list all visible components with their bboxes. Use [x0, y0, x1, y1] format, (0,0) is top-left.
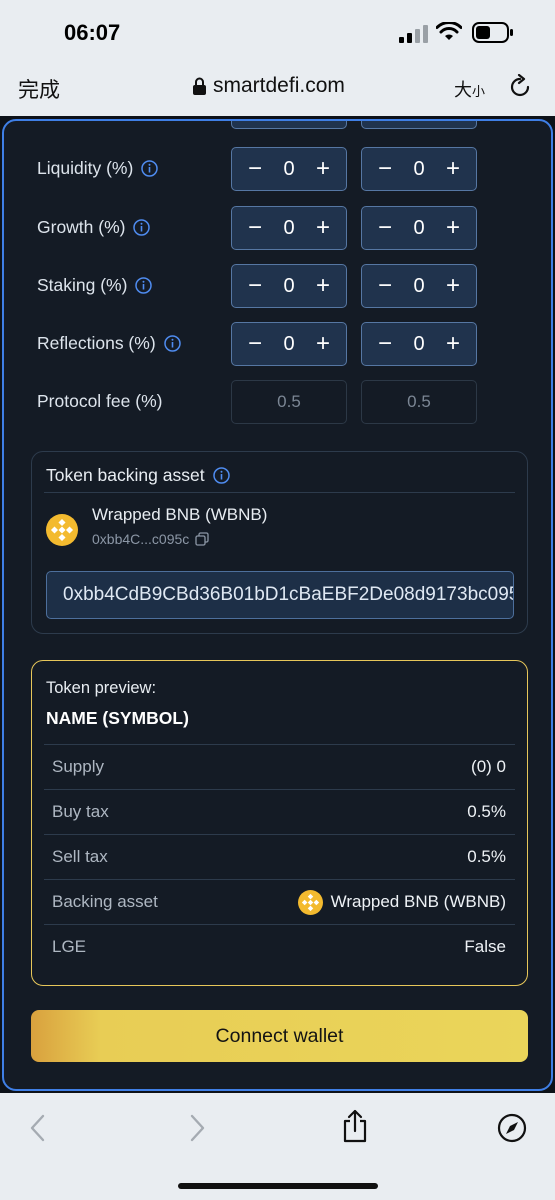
stepper-value[interactable]: 0: [283, 275, 294, 298]
status-bar: 06:07: [0, 0, 555, 62]
address-field[interactable]: smartdefi.com: [192, 74, 345, 98]
increment-button[interactable]: +: [443, 216, 463, 240]
done-button[interactable]: 完成: [18, 74, 60, 104]
increment-button[interactable]: +: [313, 157, 333, 181]
increment-button[interactable]: +: [313, 216, 333, 240]
staking-buy-stepper[interactable]: − 0 +: [231, 264, 347, 308]
decrement-button[interactable]: −: [245, 157, 265, 181]
row-value: (0) 0: [471, 757, 506, 776]
decrement-button[interactable]: −: [375, 157, 395, 181]
stepper-value[interactable]: 0: [413, 333, 424, 356]
stepper-value[interactable]: 0: [413, 158, 424, 181]
preview-table: Supply (0) 0 Buy tax 0.5% Sell tax 0.5% …: [44, 744, 515, 969]
table-row: LGE False: [44, 924, 515, 969]
stepper-partial-buy[interactable]: [231, 121, 347, 129]
info-icon[interactable]: [163, 335, 181, 352]
token-form-card: Liquidity (%) − 0 + − 0 + Growth (%) − 0…: [2, 119, 553, 1091]
stepper-partial-sell[interactable]: [361, 121, 477, 129]
row-key: Sell tax: [52, 847, 108, 866]
protocol-fee-label: Protocol fee (%): [37, 391, 163, 411]
row-key: Backing asset: [52, 892, 158, 911]
protocol-fee-sell-value: 0.5: [361, 380, 477, 424]
stepper-value[interactable]: 0: [413, 217, 424, 240]
liquidity-sell-stepper[interactable]: − 0 +: [361, 147, 477, 191]
staking-sell-stepper[interactable]: − 0 +: [361, 264, 477, 308]
decrement-button[interactable]: −: [245, 274, 265, 298]
backing-asset-address-input[interactable]: 0xbb4CdB9CBd36B01bD1cBaEBF2De08d9173bc09…: [46, 571, 514, 619]
stepper-value[interactable]: 0: [283, 333, 294, 356]
battery-icon: [472, 22, 513, 43]
bnb-coin-icon: [297, 889, 323, 915]
liquidity-buy-stepper[interactable]: − 0 +: [231, 147, 347, 191]
share-icon[interactable]: [340, 1109, 370, 1143]
preview-title: Token preview:: [46, 679, 157, 697]
home-indicator: [178, 1183, 378, 1189]
lock-icon: [193, 77, 206, 95]
row-key: Supply: [52, 757, 104, 776]
increment-button[interactable]: +: [313, 332, 333, 356]
decrement-button[interactable]: −: [375, 216, 395, 240]
growth-buy-stepper[interactable]: − 0 +: [231, 206, 347, 250]
cellular-signal-icon: [399, 25, 428, 43]
wifi-icon: [436, 22, 462, 40]
stepper-value[interactable]: 0: [283, 158, 294, 181]
reflections-buy-stepper[interactable]: − 0 +: [231, 322, 347, 366]
stepper-value[interactable]: 0: [413, 275, 424, 298]
info-icon[interactable]: [141, 160, 159, 177]
row-value-with-icon: Wrapped BNB (WBNB): [297, 889, 506, 915]
backing-asset-title: Token backing asset: [46, 465, 230, 486]
staking-row-label: Staking (%): [37, 275, 153, 296]
table-row: Sell tax 0.5%: [44, 834, 515, 879]
decrement-button[interactable]: −: [245, 216, 265, 240]
backing-token-name: Wrapped BNB (WBNB): [92, 505, 268, 524]
table-row: Backing asset Wrapped BNB (WBNB): [44, 879, 515, 924]
backing-token-address: 0xbb4C...c095c: [92, 531, 209, 547]
preview-token-name: NAME (SYMBOL): [46, 708, 189, 728]
row-value: 0.5%: [467, 802, 506, 821]
protocol-fee-buy-value: 0.5: [231, 380, 347, 424]
decrement-button[interactable]: −: [375, 274, 395, 298]
back-icon[interactable]: [28, 1113, 48, 1143]
row-value: 0.5%: [467, 847, 506, 866]
increment-button[interactable]: +: [443, 274, 463, 298]
table-row: Supply (0) 0: [44, 744, 515, 789]
liquidity-row-label: Liquidity (%): [37, 158, 159, 179]
increment-button[interactable]: +: [313, 274, 333, 298]
reflections-sell-stepper[interactable]: − 0 +: [361, 322, 477, 366]
decrement-button[interactable]: −: [245, 332, 265, 356]
token-preview-panel: Token preview: NAME (SYMBOL) Supply (0) …: [31, 660, 528, 986]
increment-button[interactable]: +: [443, 157, 463, 181]
row-value: False: [464, 937, 506, 956]
reload-icon[interactable]: [507, 74, 533, 100]
row-key: Buy tax: [52, 802, 109, 821]
decrement-button[interactable]: −: [375, 332, 395, 356]
bnb-coin-icon: [46, 514, 78, 546]
browser-url-bar: 完成 smartdefi.com 大小: [0, 62, 555, 116]
stepper-value[interactable]: 0: [283, 217, 294, 240]
divider: [44, 492, 515, 493]
growth-row-label: Growth (%): [37, 217, 151, 238]
url-text: smartdefi.com: [213, 74, 345, 97]
info-icon[interactable]: [135, 277, 153, 294]
text-size-button[interactable]: 大小: [454, 76, 485, 102]
compass-icon[interactable]: [497, 1113, 527, 1143]
forward-icon[interactable]: [187, 1113, 207, 1143]
info-icon[interactable]: [133, 219, 151, 236]
copy-icon[interactable]: [195, 532, 209, 546]
row-key: LGE: [52, 937, 87, 956]
info-icon[interactable]: [212, 467, 230, 484]
status-time: 06:07: [64, 20, 121, 45]
increment-button[interactable]: +: [443, 332, 463, 356]
connect-wallet-button[interactable]: Connect wallet: [31, 1010, 528, 1062]
reflections-row-label: Reflections (%): [37, 333, 181, 354]
growth-sell-stepper[interactable]: − 0 +: [361, 206, 477, 250]
table-row: Buy tax 0.5%: [44, 789, 515, 834]
backing-asset-panel: Token backing asset Wrapped BNB (WBNB) 0…: [31, 451, 528, 634]
